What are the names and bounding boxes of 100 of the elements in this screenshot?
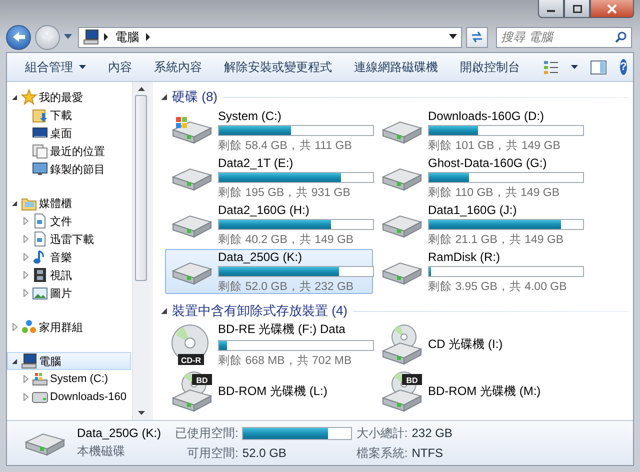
drive-icon <box>32 389 48 405</box>
picture-icon <box>32 285 48 301</box>
chevron-icon[interactable] <box>145 33 151 41</box>
drive-tile[interactable]: Data_250G (K:) 剩餘 52.0 GB，共 232 GB <box>165 249 373 294</box>
maximize-icon <box>572 4 582 12</box>
chevron-icon <box>103 33 109 41</box>
collapsed-arrow-icon[interactable] <box>22 393 28 401</box>
field-label: 檔案系統: <box>356 444 408 462</box>
scroll-up-icon[interactable] <box>138 87 144 91</box>
dropdown-caret-icon[interactable] <box>449 34 457 40</box>
drive-tile[interactable]: BD BD-ROM 光碟機 (M:) <box>375 369 583 414</box>
view-menu-icon <box>571 65 578 69</box>
drive-name: BD-RE 光碟機 (F:) Data <box>218 321 346 338</box>
collapsed-arrow-icon[interactable] <box>22 253 28 261</box>
drive-name: Data1_160G (J:) <box>428 202 518 216</box>
refresh-arrows-icon <box>470 31 484 43</box>
drive-tile[interactable]: BD BD-ROM 光碟機 (L:) <box>165 369 373 414</box>
free-space-text: 剩餘 101 GB，共 149 GB <box>428 138 562 152</box>
toolbar-button[interactable]: 內容 <box>100 56 140 78</box>
computer-icon <box>21 353 37 369</box>
tree-item[interactable]: 錄製的節目 <box>7 160 131 178</box>
expanded-arrow-icon[interactable] <box>161 308 167 314</box>
monitor-icon <box>32 161 48 177</box>
expanded-arrow-icon[interactable] <box>11 94 18 100</box>
tree-item[interactable]: 媒體櫃 <box>7 194 131 212</box>
group-header[interactable]: 裝置中含有卸除式存放裝置 (4) <box>172 302 348 320</box>
drive-tile[interactable]: Data2_1T (E:) 剩餘 195 GB，共 931 GB <box>165 155 373 200</box>
collapsed-arrow-icon[interactable] <box>12 323 18 331</box>
view-options-icon <box>543 60 559 74</box>
free-space-text: 剩餘 195 GB，共 931 GB <box>218 186 352 200</box>
tree-item[interactable]: System (C:) <box>7 370 131 388</box>
close-icon <box>607 4 617 14</box>
expanded-arrow-icon[interactable] <box>161 94 167 100</box>
expanded-arrow-icon[interactable] <box>11 358 18 364</box>
minimize-button[interactable] <box>538 0 564 18</box>
free-space-text: 剩餘 668 MB，共 702 MB <box>218 354 353 368</box>
tree-item[interactable]: 我的最愛 <box>7 88 131 106</box>
expanded-arrow-icon[interactable] <box>11 200 18 206</box>
field-value: 232 GB <box>412 426 452 440</box>
caret-icon <box>79 65 86 69</box>
field-label: 已使用空間: <box>175 424 238 442</box>
free-space-text: 剩餘 21.1 GB，共 149 GB <box>428 232 565 246</box>
back-button[interactable] <box>6 24 31 50</box>
address-bar[interactable]: 電腦 <box>78 26 462 48</box>
drive-tile[interactable]: CD-R BD-RE 光碟機 (F:) Data 剩餘 668 MB，共 702 MB <box>165 322 373 367</box>
tree-item[interactable]: 圖片 <box>7 284 131 302</box>
drive-name: RamDisk (R:) <box>428 250 501 264</box>
collapsed-arrow-icon[interactable] <box>22 289 28 297</box>
collapsed-arrow-icon[interactable] <box>22 375 28 383</box>
drive-name: Data2_1T (E:) <box>218 156 294 170</box>
drive-name: BD-ROM 光碟機 (L:) <box>218 383 328 400</box>
collapsed-arrow-icon[interactable] <box>22 217 28 225</box>
toolbar-button[interactable]: 解除安裝或變更程式 <box>216 56 340 78</box>
tree-item[interactable]: 文件 <box>7 212 131 230</box>
collapsed-arrow-icon[interactable] <box>22 271 28 279</box>
minimize-icon <box>547 10 555 12</box>
scrollbar[interactable] <box>132 82 149 420</box>
maximize-button[interactable] <box>564 0 590 18</box>
tree-item[interactable]: 電腦 <box>7 352 131 370</box>
free-space-text: 剩餘 40.2 GB，共 149 GB <box>218 232 355 246</box>
drive-tile[interactable]: Ghost-Data-160G (G:) 剩餘 110 GB，共 149 GB <box>375 155 583 200</box>
group-header[interactable]: 硬碟 (8) <box>172 88 218 106</box>
forward-arrow-icon <box>40 31 54 43</box>
free-space-text: 剩餘 58.4 GB，共 111 GB <box>218 138 353 152</box>
field-label: 可用空間: <box>186 444 238 462</box>
search-field[interactable]: 搜尋 電腦 <box>496 26 632 48</box>
tree-item[interactable]: 桌面 <box>7 124 131 142</box>
free-space-text: 剩餘 110 GB，共 149 GB <box>428 186 561 200</box>
drive-name: Data2_160G (H:) <box>218 202 310 216</box>
optical-drive-icon <box>380 322 424 366</box>
drive-tile[interactable]: Downloads-160G (D:) 剩餘 101 GB，共 149 GB <box>375 108 583 153</box>
tree-item[interactable]: 家用群組 <box>7 318 131 336</box>
tree-item[interactable]: Downloads-160 <box>7 388 131 406</box>
document-icon <box>32 213 48 229</box>
folder-icon <box>32 107 48 123</box>
drive-tile[interactable]: System (C:) 剩餘 58.4 GB，共 111 GB <box>165 108 373 153</box>
scroll-down-icon[interactable] <box>138 411 144 415</box>
refresh-button[interactable] <box>466 26 488 48</box>
search-icon <box>615 30 627 42</box>
drive-tile[interactable]: Data1_160G (J:) 剩餘 21.1 GB，共 149 GB <box>375 202 583 247</box>
breadcrumb[interactable]: 電腦 <box>113 28 141 46</box>
toolbar-button[interactable]: 連線網路磁碟機 <box>346 56 446 78</box>
menu-button[interactable]: 組合管理 <box>17 56 94 78</box>
collapsed-arrow-icon[interactable] <box>22 235 28 243</box>
back-arrow-icon <box>12 31 26 43</box>
tree-item[interactable]: 視訊 <box>7 266 131 284</box>
close-button[interactable] <box>590 0 634 18</box>
toolbar-button[interactable]: 系統內容 <box>146 56 210 78</box>
tree-item[interactable]: 下載 <box>7 106 131 124</box>
field-label: 大小總計: <box>356 424 408 442</box>
tree-item[interactable]: 最近的位置 <box>7 142 131 160</box>
drive-name: Data_250G (K:) <box>218 250 304 264</box>
drive-tile[interactable]: RamDisk (R:) 剩餘 3.95 GB，共 4.00 GB <box>375 249 583 294</box>
tree-item[interactable]: 音樂 <box>7 248 131 266</box>
toolbar-button[interactable]: 開啟控制台 <box>452 56 528 78</box>
drive-tile[interactable]: Data2_160G (H:) 剩餘 40.2 GB，共 149 GB <box>165 202 373 247</box>
tree-item[interactable]: 迅雷下載 <box>7 230 131 248</box>
help-button[interactable]: ? <box>620 59 627 75</box>
free-space-text: 剩餘 52.0 GB，共 232 GB <box>218 280 355 294</box>
drive-tile[interactable]: CD 光碟機 (I:) <box>375 322 583 367</box>
